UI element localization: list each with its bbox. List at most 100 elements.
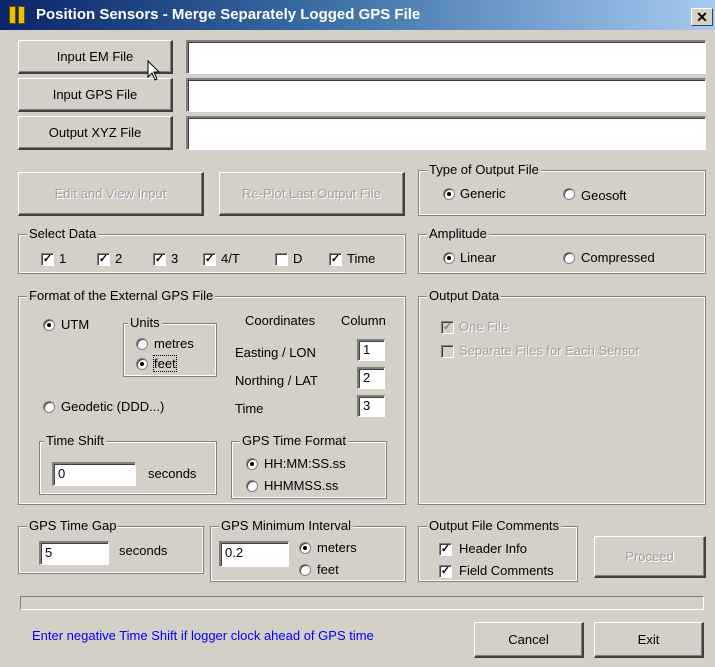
input-gps-file-label: Input GPS File (52, 87, 138, 102)
field-comments-label: Field Comments (459, 563, 554, 578)
easting-label: Easting / LON (235, 345, 316, 360)
input-em-file-label: Input EM File (56, 49, 134, 64)
time-label: Time (235, 401, 264, 416)
gps-format-legend: Format of the External GPS File (27, 288, 216, 303)
data-d-checkbox[interactable] (275, 253, 288, 266)
exit-button[interactable]: Exit (594, 622, 704, 658)
northing-label: Northing / LAT (235, 373, 318, 388)
linear-radio[interactable] (443, 252, 455, 264)
metres-label: metres (154, 336, 194, 351)
compressed-radio[interactable] (563, 252, 575, 264)
data-3-checkbox[interactable]: ✓ (153, 253, 166, 266)
amplitude-group: Amplitude Linear Compressed (418, 226, 706, 274)
gps-min-interval-legend: GPS Minimum Interval (219, 518, 354, 533)
gps-min-interval-group: GPS Minimum Interval 0.2 meters feet (210, 518, 406, 582)
column-header: Column (341, 313, 386, 328)
data-4t-checkbox[interactable]: ✓ (203, 253, 216, 266)
units-legend: Units (128, 315, 162, 330)
field-comments-checkbox[interactable]: ✓ (439, 565, 452, 578)
exit-label: Exit (637, 632, 660, 647)
edit-view-input-label: Edit and View Input (54, 186, 167, 201)
time-shift-group: Time Shift 0 seconds (39, 433, 217, 495)
geodetic-label: Geodetic (DDD...) (61, 399, 165, 414)
output-comments-legend: Output File Comments (427, 518, 562, 533)
gps-time-gap-legend: GPS Time Gap (27, 518, 119, 533)
title-bar: Position Sensors - Merge Separately Logg… (0, 0, 715, 30)
replot-last-output-label: Re-Plot Last Output File (242, 186, 381, 201)
data-2-checkbox[interactable]: ✓ (97, 253, 110, 266)
data-3-label: 3 (171, 251, 179, 266)
interval-meters-label: meters (317, 540, 357, 555)
geodetic-radio[interactable] (43, 401, 55, 413)
window-title: Position Sensors - Merge Separately Logg… (36, 6, 421, 23)
time-shift-legend: Time Shift (44, 433, 107, 448)
easting-column-input[interactable]: 1 (357, 339, 385, 361)
one-file-label: One File (459, 319, 509, 334)
output-data-legend: Output Data (427, 288, 502, 303)
cancel-button[interactable]: Cancel (474, 622, 584, 658)
hhmmss-colon-radio[interactable] (246, 458, 258, 470)
app-icon (9, 6, 29, 24)
compressed-label: Compressed (581, 250, 655, 265)
cancel-label: Cancel (508, 632, 549, 647)
output-xyz-file-button[interactable]: Output XYZ File (18, 116, 173, 150)
geosoft-radio[interactable] (563, 188, 575, 200)
interval-feet-label: feet (317, 562, 339, 577)
units-group: Units metres feet (123, 315, 217, 377)
output-data-group: Output Data ✓ One File Separate Files fo… (418, 288, 706, 505)
gps-time-format-group: GPS Time Format HH:MM:SS.ss HHMMSS.ss (231, 433, 387, 499)
feet-radio[interactable] (136, 358, 148, 370)
output-type-legend: Type of Output File (427, 162, 541, 177)
time-shift-hint: Enter negative Time Shift if logger cloc… (32, 628, 374, 643)
data-d-label: D (293, 251, 303, 266)
header-info-label: Header Info (459, 541, 527, 556)
output-xyz-file-label: Output XYZ File (48, 125, 142, 140)
gps-time-gap-group: GPS Time Gap 5 seconds (18, 518, 204, 574)
data-2-label: 2 (115, 251, 123, 266)
header-info-checkbox[interactable]: ✓ (439, 543, 452, 556)
northing-column-input[interactable]: 2 (357, 367, 385, 389)
data-4t-label: 4/T (221, 251, 240, 266)
interval-meters-radio[interactable] (299, 542, 311, 554)
coordinates-header: Coordinates (245, 313, 316, 328)
data-time-checkbox[interactable]: ✓ (329, 253, 342, 266)
proceed-button[interactable]: Proceed (594, 536, 706, 578)
output-comments-group: Output File Comments ✓ Header Info ✓ Fie… (418, 518, 578, 582)
generic-radio[interactable] (443, 188, 455, 200)
time-shift-unit: seconds (148, 466, 197, 481)
hhmmss-plain-radio[interactable] (246, 480, 258, 492)
progress-bar (20, 596, 704, 610)
hhmmss-plain-label: HHMMSS.ss (264, 478, 339, 493)
close-button[interactable]: ✕ (691, 8, 713, 26)
utm-radio[interactable] (43, 319, 55, 331)
gps-time-gap-input[interactable]: 5 (39, 541, 109, 565)
data-1-checkbox[interactable]: ✓ (41, 253, 54, 266)
input-em-file-field[interactable] (186, 40, 706, 74)
data-1-label: 1 (59, 251, 67, 266)
time-shift-input[interactable]: 0 (52, 462, 136, 486)
amplitude-legend: Amplitude (427, 226, 489, 241)
gps-min-interval-input[interactable]: 0.2 (219, 541, 289, 567)
merge-gps-dialog: Position Sensors - Merge Separately Logg… (0, 0, 715, 667)
gps-time-gap-unit: seconds (119, 543, 168, 558)
output-type-group: Type of Output File Generic Geosoft (418, 162, 706, 216)
generic-label: Generic (460, 186, 506, 201)
separate-files-checkbox[interactable] (441, 345, 454, 358)
metres-radio[interactable] (136, 338, 148, 350)
input-gps-file-field[interactable] (186, 78, 706, 112)
feet-label: feet (153, 355, 177, 372)
data-time-label: Time (347, 251, 376, 266)
time-column-input[interactable]: 3 (357, 395, 385, 417)
hhmmss-colon-label: HH:MM:SS.ss (264, 456, 346, 471)
gps-format-group: Format of the External GPS File UTM Unit… (18, 288, 406, 505)
output-xyz-file-field[interactable] (186, 116, 706, 150)
select-data-legend: Select Data (27, 226, 99, 241)
gps-time-format-legend: GPS Time Format (240, 433, 349, 448)
utm-label: UTM (61, 317, 90, 332)
select-data-group: Select Data ✓ 1 ✓ 2 ✓ 3 ✓ 4/T D ✓ Time (18, 226, 406, 274)
one-file-checkbox[interactable]: ✓ (441, 321, 454, 334)
interval-feet-radio[interactable] (299, 564, 311, 576)
edit-view-input-button[interactable]: Edit and View Input (18, 172, 204, 216)
mouse-pointer-icon (147, 60, 161, 81)
replot-last-output-button[interactable]: Re-Plot Last Output File (219, 172, 405, 216)
